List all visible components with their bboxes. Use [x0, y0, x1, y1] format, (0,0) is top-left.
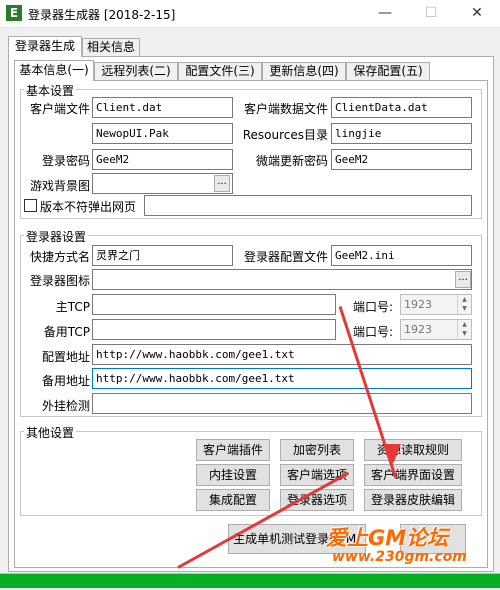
backup-address-label: 备用地址 — [41, 374, 90, 388]
built-in-hack-settings-button[interactable]: 内挂设置 — [196, 464, 270, 486]
tab-launcher-generate[interactable]: 登录器生成 — [8, 36, 82, 57]
micro-update-password-label: 微端更新密码 — [255, 154, 328, 168]
tab-config-files[interactable]: 配置文件(三) — [178, 62, 262, 80]
other-settings-legend: 其他设置 — [24, 424, 77, 441]
client-file-label: 客户端文件 — [29, 102, 90, 116]
close-button[interactable]: ✕ — [454, 0, 500, 28]
resources-dir-input[interactable]: lingjie — [331, 123, 472, 144]
stepper-arrows-icon[interactable]: ▲ ▼ — [457, 320, 471, 339]
watermark-title: 爱上GM论坛 — [326, 526, 449, 550]
backup-address-input[interactable]: http://www.haobbk.com/gee1.txt — [92, 368, 472, 389]
login-password-input[interactable]: GeeM2 — [92, 149, 233, 170]
micro-update-password-input[interactable]: GeeM2 — [331, 149, 472, 170]
launcher-icon-input[interactable] — [92, 269, 472, 290]
title-bar[interactable]: E 登录器生成器 [2018-2-15] — ☐ ✕ — [0, 0, 500, 28]
tab-remote-list[interactable]: 远程列表(二) — [94, 62, 178, 80]
backup-port-label: 端口号: — [353, 325, 394, 339]
shortcut-name-label: 快捷方式名 — [29, 250, 90, 264]
background-image-input[interactable] — [92, 173, 233, 194]
launcher-icon-browse-button[interactable]: ... — [455, 271, 471, 288]
pak-file-input[interactable]: NewopUI.Pak — [92, 123, 233, 144]
backup-tcp-label: 备用TCP — [43, 325, 90, 339]
client-ui-settings-button[interactable]: 客户端界面设置 — [364, 464, 462, 486]
launcher-config-file-label: 登录器配置文件 — [243, 250, 328, 264]
annotation-arrowhead-icon — [385, 444, 401, 464]
main-tcp-label: 主TCP — [55, 300, 90, 314]
launcher-config-file-input[interactable]: GeeM2.ini — [331, 245, 472, 266]
stepper-arrows-icon[interactable]: ▲ ▼ — [457, 295, 471, 314]
backup-port-stepper[interactable]: 1923 ▲ ▼ — [400, 319, 472, 340]
client-plugin-button[interactable]: 客户端插件 — [196, 439, 270, 461]
progress-fill — [0, 574, 500, 588]
plugin-detection-label: 外挂检测 — [41, 399, 90, 413]
app-icon: E — [6, 5, 22, 21]
client-data-file-label: 客户端数据文件 — [243, 102, 328, 116]
maximize-button[interactable]: ☐ — [408, 0, 454, 28]
main-port-value: 1923 — [404, 298, 432, 311]
client-file-input[interactable]: Client.dat — [92, 97, 233, 118]
version-mismatch-url-input[interactable] — [144, 195, 472, 216]
main-tcp-input[interactable] — [92, 294, 336, 315]
version-mismatch-label: 版本不符弹出网页 — [40, 200, 137, 214]
background-browse-button[interactable]: ... — [214, 175, 230, 192]
tab-related-info[interactable]: 相关信息 — [82, 38, 140, 56]
tab-basic-info[interactable]: 基本信息(一) — [14, 60, 94, 81]
encryption-list-button[interactable]: 加密列表 — [280, 439, 354, 461]
launcher-settings-legend: 登录器设置 — [24, 228, 89, 245]
backup-port-value: 1923 — [404, 323, 432, 336]
plugin-detection-input[interactable] — [92, 393, 472, 414]
watermark-url: www.230gm.com — [332, 549, 467, 565]
client-data-file-input[interactable]: ClientData.dat — [331, 97, 472, 118]
launcher-icon-label: 登录器图标 — [29, 274, 90, 288]
resource-rules-button[interactable]: 资源读取规则 — [364, 439, 462, 461]
shortcut-name-input[interactable]: 灵界之门 — [92, 245, 233, 266]
resources-dir-label: Resources目录 — [242, 128, 328, 142]
main-port-label: 端口号: — [353, 300, 394, 314]
config-address-label: 配置地址 — [41, 350, 90, 364]
window-title: 登录器生成器 [2018-2-15] — [28, 8, 176, 22]
basic-settings-legend: 基本设置 — [24, 82, 77, 99]
tab-update-info[interactable]: 更新信息(四) — [262, 62, 346, 80]
main-port-stepper[interactable]: 1923 ▲ ▼ — [400, 294, 472, 315]
launcher-options-button[interactable]: 登录器选项 — [280, 489, 354, 511]
backup-tcp-input[interactable] — [92, 319, 336, 340]
config-address-input[interactable]: http://www.haobbk.com/gee1.txt — [92, 344, 472, 365]
version-mismatch-checkbox[interactable] — [24, 199, 37, 212]
integrated-config-button[interactable]: 集成配置 — [196, 489, 270, 511]
launcher-skin-editor-button[interactable]: 登录器皮肤编辑 — [364, 489, 462, 511]
minimize-button[interactable]: — — [362, 0, 408, 28]
tab-save-config[interactable]: 保存配置(五) — [346, 62, 430, 80]
progress-bar — [0, 573, 500, 588]
background-image-label: 游戏背景图 — [29, 179, 90, 193]
login-password-label: 登录密码 — [41, 154, 90, 168]
